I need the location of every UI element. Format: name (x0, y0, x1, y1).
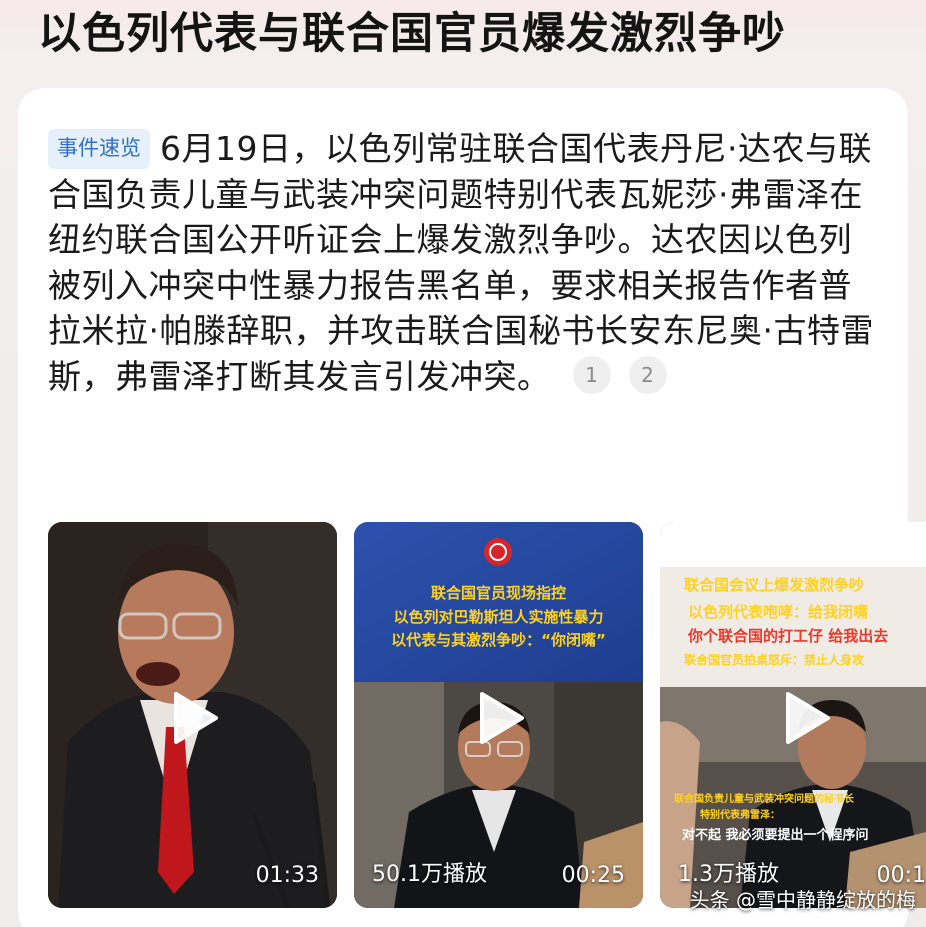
reference-2[interactable]: 2 (628, 355, 667, 394)
video-duration-1: 01:33 (255, 863, 319, 888)
video-banner-line: 联合国会议上爆发激烈争吵 (684, 576, 865, 594)
video-banner-line: 以色列对巴勒斯坦人实施性暴力 (393, 608, 604, 626)
event-summary-tag[interactable]: 事件速览 (48, 129, 150, 169)
video-banner-line: 以代表与其激烈争吵：“你闭嘴” (391, 631, 606, 649)
reference-1[interactable]: 1 (572, 355, 611, 394)
play-icon[interactable] (170, 690, 220, 746)
video-duration-2: 00:25 (561, 863, 625, 888)
event-summary-text: 6月19日，以色列常驻联合国代表丹尼·达农与联合国负责儿童与武装冲突问题特别代表… (48, 129, 874, 396)
video-banner-line: 你个联合国的打工仔 给我出去 (688, 627, 889, 645)
page-title: 以色列代表与联合国官员爆发激烈争吵 (38, 9, 786, 59)
video-plays-2: 50.1万播放 (372, 862, 487, 887)
video-subtitle-line: 联合国负责儿童与武装冲突问题的秘书长 (674, 794, 854, 805)
video-card-2[interactable]: 联合国官员现场指控 以色列对巴勒斯坦人实施性暴力 以代表与其激烈争吵：“你闭嘴”… (354, 522, 643, 908)
event-summary: 事件速览 6月19日，以色列常驻联合国代表丹尼·达农与联合国负责儿童与武装冲突问题… (48, 126, 878, 399)
video-subtitle-line: 特别代表弗雷泽： (700, 810, 780, 821)
play-icon[interactable] (476, 690, 526, 746)
author-watermark: 头条 @雪中静静绽放的梅 (689, 888, 916, 912)
video-card-3[interactable]: 联合国会议上爆发激烈争吵 以色列代表咆哮：给我闭嘴 你个联合国的打工仔 给我出去… (660, 522, 926, 908)
video-subtitle-line: 对不起 我必须要提出一个程序问 (682, 828, 869, 843)
play-icon[interactable] (782, 690, 832, 746)
video-banner-line: 联合国官员现场指控 (430, 584, 566, 602)
video-banner-line: 以色列代表咆哮：给我闭嘴 (688, 603, 869, 621)
video-banner-line: 联合国官员拍桌怒斥：禁止人身攻 (684, 653, 865, 667)
video-card-1[interactable]: 01:33 (48, 522, 337, 908)
